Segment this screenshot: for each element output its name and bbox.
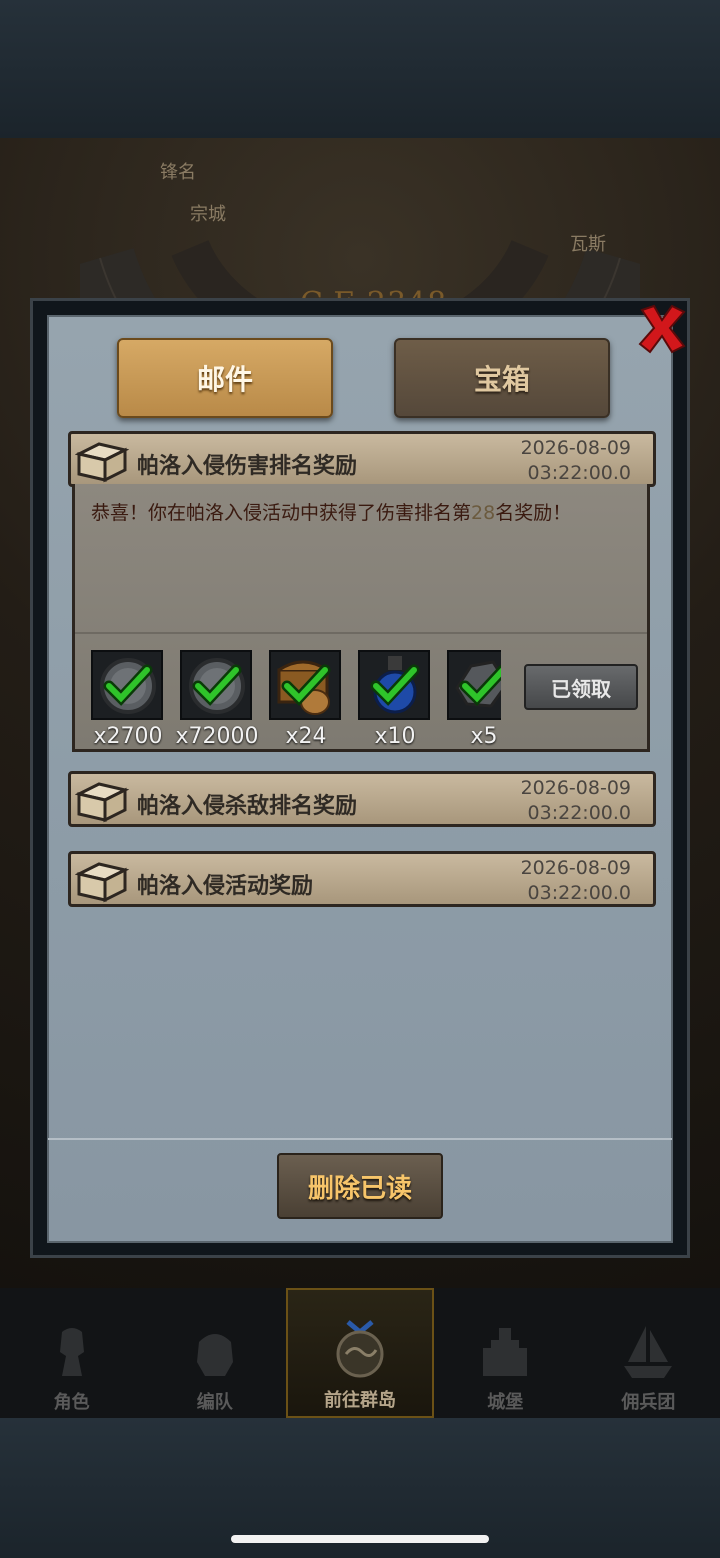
mail-chest-icon [75,862,129,903]
mail-title: 帕洛入侵杀敌排名奖励 [137,794,358,819]
top-safe-area [0,0,720,138]
mail-title: 帕洛入侵伤害排名奖励 [137,454,358,479]
mail-date: 2026-08-09 [520,777,631,799]
bg-label: 锋名 [160,162,196,183]
mail-time: 03:22:00.0 [527,462,631,484]
mail-item-header[interactable]: 帕洛入侵杀敌排名奖励 2026-08-09 03:22:00.0 [68,771,656,827]
mail-title: 帕洛入侵活动奖励 [137,874,314,899]
bg-label: 宗城 [190,204,226,225]
mail-chest-icon [75,442,129,483]
mail-time: 03:22:00.0 [527,802,631,824]
mail-body: 恭喜！你在帕洛入侵活动中获得了伤害排名第28名奖励！ x2700 x72000 [72,484,650,752]
mail-date: 2026-08-09 [520,437,631,459]
home-indicator[interactable] [231,1535,489,1543]
mail-date: 2026-08-09 [520,857,631,879]
mail-timestamp: 2026-08-09 03:22:00.0 [521,776,631,826]
nav-item-formation[interactable]: 编队 [143,1288,286,1418]
nav-label: 城堡 [487,1392,524,1413]
reward-item[interactable]: x24 [269,648,343,748]
mail-timestamp: 2026-08-09 03:22:00.0 [521,856,631,906]
tab-chest[interactable]: 宝箱 [394,338,610,418]
silver-coin-icon [100,658,156,714]
nav-item-islands[interactable]: 前往群岛 [286,1288,434,1418]
nav-item-mercenaries[interactable]: 佣兵团 [577,1288,720,1418]
close-icon[interactable] [634,300,690,356]
knight-icon [59,1328,84,1376]
dialog-footer-divider [48,1138,672,1140]
mail-message-suffix: 名奖励！ [495,502,572,524]
reward-quantity: x72000 [175,724,259,748]
reward-list[interactable]: x2700 x72000 x24 x10 x5 [91,648,501,748]
reward-item[interactable]: x2700 [91,648,165,748]
nav-label: 前往群岛 [324,1390,396,1411]
reward-item[interactable]: x72000 [175,648,259,748]
bg-label: 瓦斯 [570,234,606,255]
globe-compass-icon [336,1320,384,1378]
delete-read-button[interactable]: 删除已读 [277,1153,443,1219]
mail-item-header[interactable]: 帕洛入侵伤害排名奖励 2026-08-09 03:22:00.0 [68,431,656,487]
tab-mail[interactable]: 邮件 [117,338,333,418]
nav-label: 角色 [53,1392,90,1413]
mail-message-prefix: 恭喜！你在帕洛入侵活动中获得了伤害排名第 [91,502,472,524]
nav-label: 佣兵团 [621,1392,676,1413]
reward-item[interactable]: x5 [447,648,501,748]
ship-icon [624,1326,673,1378]
mail-item-header[interactable]: 帕洛入侵活动奖励 2026-08-09 03:22:00.0 [68,851,656,907]
mail-timestamp: 2026-08-09 03:22:00.0 [521,436,631,486]
armored-knight-icon [196,1334,233,1376]
reward-item[interactable]: x10 [358,648,432,748]
castle-icon [483,1328,528,1376]
reward-quantity: x24 [285,724,327,748]
ore-icon [455,660,501,708]
nav-item-character[interactable]: 角色 [0,1288,143,1418]
mail-message: 恭喜！你在帕洛入侵活动中获得了伤害排名第28名奖励！ [91,498,571,525]
nav-item-castle[interactable]: 城堡 [434,1288,577,1418]
mail-chest-icon [75,782,129,823]
mail-divider [75,632,647,634]
treasure-chest-icon [277,660,331,715]
claimed-button[interactable]: 已领取 [524,664,638,710]
mail-time: 03:22:00.0 [527,882,631,904]
reward-quantity: x10 [374,724,416,748]
silver-coin-icon [189,658,245,714]
nav-label: 编队 [196,1392,233,1413]
blue-potion-icon [370,656,420,714]
bottom-nav: 角色 编队 前往群岛 城堡 佣兵团 [0,1288,720,1418]
reward-quantity: x5 [470,724,498,748]
reward-quantity: x2700 [93,724,163,748]
mail-message-rank: 28 [471,502,496,524]
